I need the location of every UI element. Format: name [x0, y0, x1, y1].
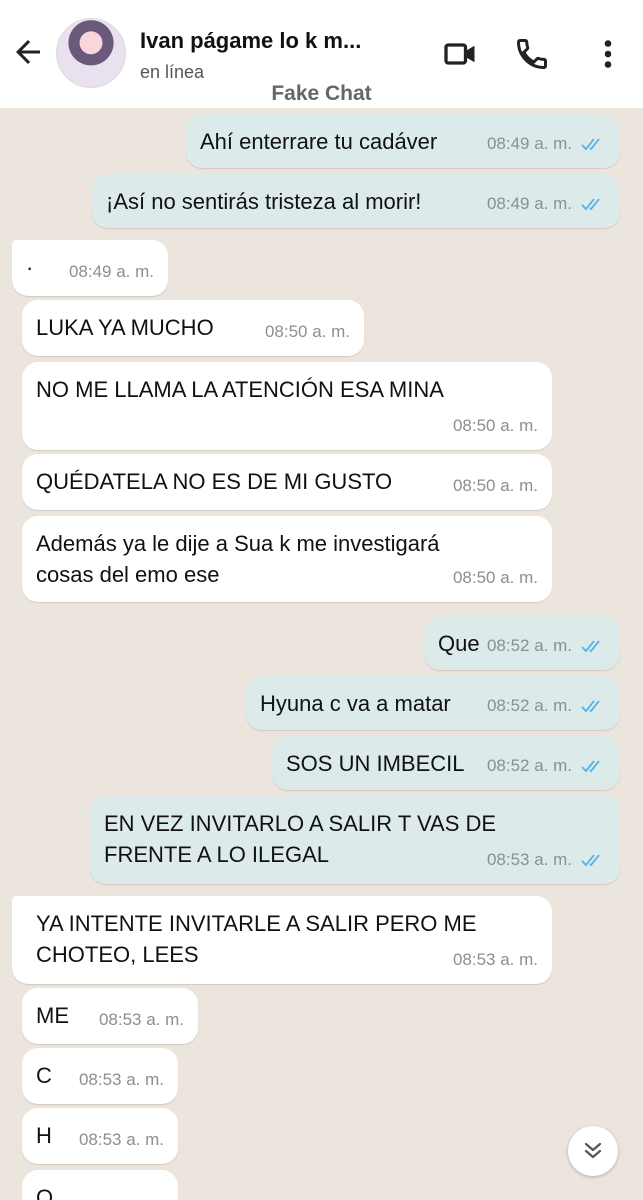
- message-meta: 08:49 a. m.: [69, 256, 154, 287]
- message-meta: 08:50 a. m.: [453, 562, 538, 593]
- message-text: ·: [26, 255, 34, 280]
- scroll-to-bottom-button[interactable]: [568, 1126, 618, 1176]
- contact-name[interactable]: Ivan págame lo k m...: [140, 28, 410, 54]
- read-ticks-icon: [581, 759, 600, 772]
- message-bubble[interactable]: Que 08:52 a. m.: [424, 616, 620, 670]
- message-bubble[interactable]: H 08:53 a. m.: [22, 1108, 178, 1164]
- message-text: ME: [36, 1003, 69, 1028]
- message-meta: 08:53 a. m.: [79, 1064, 164, 1095]
- message-time: 08:49 a. m.: [486, 134, 572, 153]
- message-bubble[interactable]: LUKA YA MUCHO 08:50 a. m.: [22, 300, 364, 356]
- contact-status: en línea: [140, 62, 205, 82]
- message-meta: 08:52 a. m.: [487, 750, 606, 781]
- double-chevron-down-icon: [584, 1142, 602, 1159]
- app-label: Fake Chat: [271, 82, 372, 105]
- read-ticks-icon: [581, 853, 600, 866]
- read-ticks-icon: [581, 137, 600, 150]
- message-bubble[interactable]: ¡Así no sentirás tristeza al morir! 08:4…: [92, 174, 620, 228]
- message-text: C: [36, 1063, 52, 1088]
- message-bubble[interactable]: O: [22, 1170, 178, 1200]
- message-text: YA INTENTE INVITARLE A SALIR PERO ME CHO…: [36, 911, 477, 967]
- message-time: 08:53 a. m.: [78, 1070, 164, 1089]
- message-time: 08:50 a. m.: [264, 322, 350, 341]
- back-arrow-icon[interactable]: [10, 34, 46, 70]
- message-meta: 08:50 a. m.: [265, 316, 350, 347]
- message-text: Ahí enterrare tu cadáver: [200, 129, 438, 154]
- message-text: EN VEZ INVITARLO A SALIR T VAS DE FRENTE…: [104, 811, 497, 867]
- message-text: H: [36, 1123, 52, 1148]
- read-ticks-icon: [581, 699, 600, 712]
- chat-header: Ivan págame lo k m... en línea Fake Chat: [0, 0, 643, 108]
- message-meta: 08:52 a. m.: [487, 690, 606, 721]
- message-bubble[interactable]: ME 08:53 a. m.: [22, 988, 198, 1044]
- message-bubble[interactable]: SOS UN IMBECIL 08:52 a. m.: [272, 736, 620, 790]
- message-text: SOS UN IMBECIL: [286, 751, 465, 776]
- message-meta: 08:50 a. m.: [453, 470, 538, 501]
- message-text: Que: [438, 631, 480, 656]
- message-text: Además ya le dije a Sua k me investigará…: [36, 531, 440, 587]
- message-meta: 08:53 a. m.: [79, 1124, 164, 1155]
- message-bubble[interactable]: Hyuna c va a matar 08:52 a. m.: [246, 676, 620, 730]
- message-time: 08:49 a. m.: [486, 194, 572, 213]
- message-bubble[interactable]: QUÉDATELA NO ES DE MI GUSTO 08:50 a. m.: [22, 454, 552, 510]
- message-list[interactable]: Ahí enterrare tu cadáver 08:49 a. m. ¡As…: [0, 108, 643, 1200]
- message-bubble[interactable]: C 08:53 a. m.: [22, 1048, 178, 1104]
- message-time: 08:50 a. m.: [452, 416, 538, 435]
- message-time: 08:52 a. m.: [486, 636, 572, 655]
- message-meta: 08:52 a. m.: [487, 630, 606, 661]
- message-text: O: [36, 1185, 54, 1200]
- message-meta: 08:49 a. m.: [487, 128, 606, 159]
- message-text: ¡Así no sentirás tristeza al morir!: [106, 189, 422, 214]
- message-meta: 08:50 a. m.: [453, 410, 538, 441]
- message-bubble[interactable]: Además ya le dije a Sua k me investigará…: [22, 516, 552, 602]
- phone-call-icon[interactable]: [514, 36, 550, 72]
- message-time: 08:53 a. m.: [98, 1010, 184, 1029]
- message-meta: 08:53 a. m.: [487, 844, 606, 875]
- read-ticks-icon: [581, 639, 600, 652]
- message-meta: 08:53 a. m.: [99, 1004, 184, 1035]
- avatar[interactable]: [56, 18, 126, 88]
- message-meta: 08:49 a. m.: [487, 188, 606, 219]
- message-bubble[interactable]: Ahí enterrare tu cadáver 08:49 a. m.: [186, 114, 620, 168]
- message-bubble[interactable]: · 08:49 a. m.: [12, 240, 168, 296]
- message-time: 08:52 a. m.: [486, 756, 572, 775]
- message-text: NO ME LLAMA LA ATENCIÓN ESA MINA: [36, 377, 444, 402]
- video-call-icon[interactable]: [443, 36, 479, 72]
- message-meta: 08:53 a. m.: [453, 944, 538, 975]
- message-time: 08:52 a. m.: [486, 696, 572, 715]
- message-text: QUÉDATELA NO ES DE MI GUSTO: [36, 469, 393, 494]
- message-bubble[interactable]: YA INTENTE INVITARLE A SALIR PERO ME CHO…: [12, 896, 552, 984]
- message-time: 08:50 a. m.: [452, 568, 538, 587]
- message-text: Hyuna c va a matar: [260, 691, 451, 716]
- read-ticks-icon: [581, 197, 600, 210]
- message-text: LUKA YA MUCHO: [36, 315, 214, 340]
- more-options-icon[interactable]: [590, 36, 626, 72]
- message-time: 08:49 a. m.: [68, 262, 154, 281]
- message-time: 08:53 a. m.: [78, 1130, 164, 1149]
- message-time: 08:50 a. m.: [452, 476, 538, 495]
- message-time: 08:53 a. m.: [486, 850, 572, 869]
- message-bubble[interactable]: EN VEZ INVITARLO A SALIR T VAS DE FRENTE…: [90, 796, 620, 884]
- message-bubble[interactable]: NO ME LLAMA LA ATENCIÓN ESA MINA 08:50 a…: [22, 362, 552, 450]
- message-time: 08:53 a. m.: [452, 950, 538, 969]
